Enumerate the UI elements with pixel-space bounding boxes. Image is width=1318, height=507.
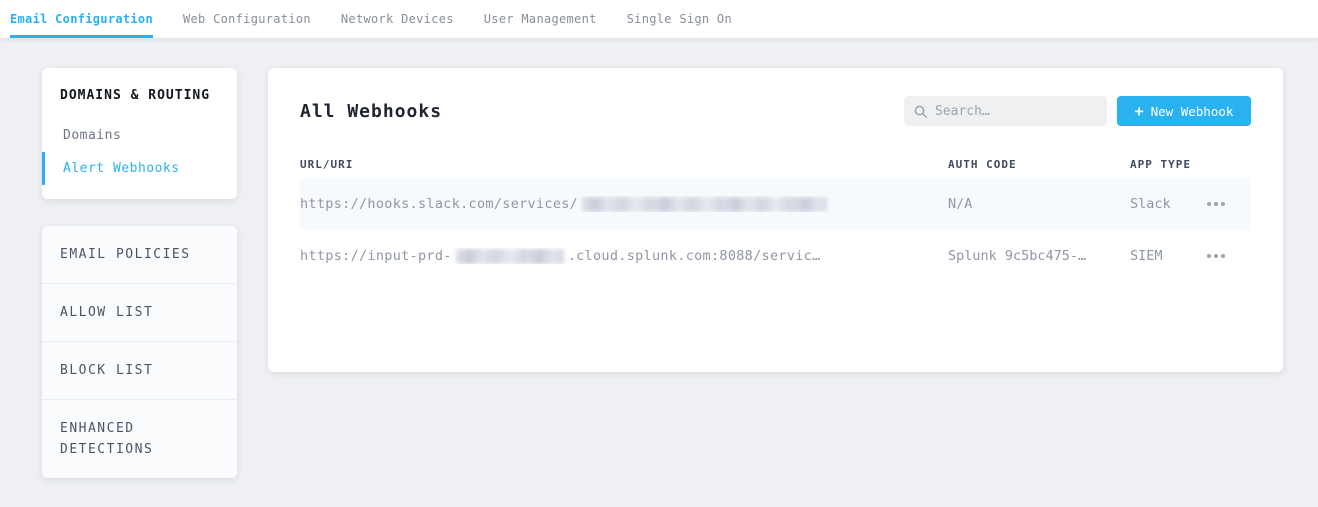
panel-header: All Webhooks + New Webhook	[300, 96, 1251, 126]
sidebar-item-domains[interactable]: Domains	[42, 119, 237, 152]
auth-code-cell: Splunk 9c5bc475-…	[948, 248, 1130, 264]
webhook-url-cell: https://input-prd- .cloud.splunk.com:808…	[300, 248, 948, 264]
row-menu-button[interactable]	[1205, 194, 1233, 214]
domains-routing-card: DOMAINS & ROUTING Domains Alert Webhooks	[42, 68, 237, 199]
webhooks-table: URL/URI AUTH CODE APP TYPE https://hooks…	[300, 150, 1251, 282]
row-menu-button[interactable]	[1205, 246, 1233, 266]
webhook-url-text: .cloud.splunk.com:8088/servic…	[568, 248, 821, 264]
table-row: https://input-prd- .cloud.splunk.com:808…	[300, 230, 1251, 282]
domains-routing-heading: DOMAINS & ROUTING	[42, 88, 237, 103]
search-icon	[914, 105, 927, 118]
page-title: All Webhooks	[300, 101, 442, 122]
webhook-url-text: https://hooks.slack.com/services/	[300, 196, 578, 212]
sidebar-item-enhanced-detections[interactable]: ENHANCED DETECTIONS	[42, 400, 237, 478]
webhooks-panel: All Webhooks + New Webhook URL/URI AUTH …	[268, 68, 1283, 372]
sidebar-item-block-list[interactable]: BLOCK LIST	[42, 342, 237, 400]
top-navigation: Email Configuration Web Configuration Ne…	[0, 0, 1318, 38]
webhook-url-text: https://input-prd-	[300, 248, 452, 264]
search-input[interactable]	[935, 104, 1097, 119]
email-sections-card: EMAIL POLICIES ALLOW LIST BLOCK LIST ENH…	[42, 226, 237, 478]
new-webhook-button-label: New Webhook	[1151, 104, 1234, 119]
page-body: DOMAINS & ROUTING Domains Alert Webhooks…	[0, 38, 1318, 478]
tab-user-management[interactable]: User Management	[484, 0, 597, 38]
sidebar: DOMAINS & ROUTING Domains Alert Webhooks…	[42, 68, 237, 478]
sidebar-item-allow-list[interactable]: ALLOW LIST	[42, 284, 237, 342]
ellipsis-icon	[1207, 254, 1211, 258]
search-box	[904, 96, 1107, 126]
webhook-url-cell: https://hooks.slack.com/services/	[300, 196, 948, 212]
app-type-cell: SIEM	[1130, 248, 1205, 264]
sidebar-item-alert-webhooks[interactable]: Alert Webhooks	[42, 152, 237, 185]
new-webhook-button[interactable]: + New Webhook	[1117, 96, 1251, 126]
auth-code-cell: N/A	[948, 196, 1130, 212]
column-header-app-type: APP TYPE	[1130, 158, 1205, 171]
ellipsis-icon	[1207, 202, 1211, 206]
tab-network-devices[interactable]: Network Devices	[341, 0, 454, 38]
tab-web-configuration[interactable]: Web Configuration	[183, 0, 311, 38]
redacted-blur	[456, 249, 564, 264]
plus-icon: +	[1135, 104, 1144, 119]
tab-single-sign-on[interactable]: Single Sign On	[627, 0, 732, 38]
column-header-url: URL/URI	[300, 158, 948, 171]
redacted-blur	[582, 197, 827, 212]
app-type-cell: Slack	[1130, 196, 1205, 212]
sidebar-item-email-policies[interactable]: EMAIL POLICIES	[42, 226, 237, 284]
table-header-row: URL/URI AUTH CODE APP TYPE	[300, 150, 1251, 178]
table-row: https://hooks.slack.com/services/ N/A Sl…	[300, 178, 1251, 230]
tab-email-configuration[interactable]: Email Configuration	[10, 0, 153, 38]
column-header-auth-code: AUTH CODE	[948, 158, 1130, 171]
